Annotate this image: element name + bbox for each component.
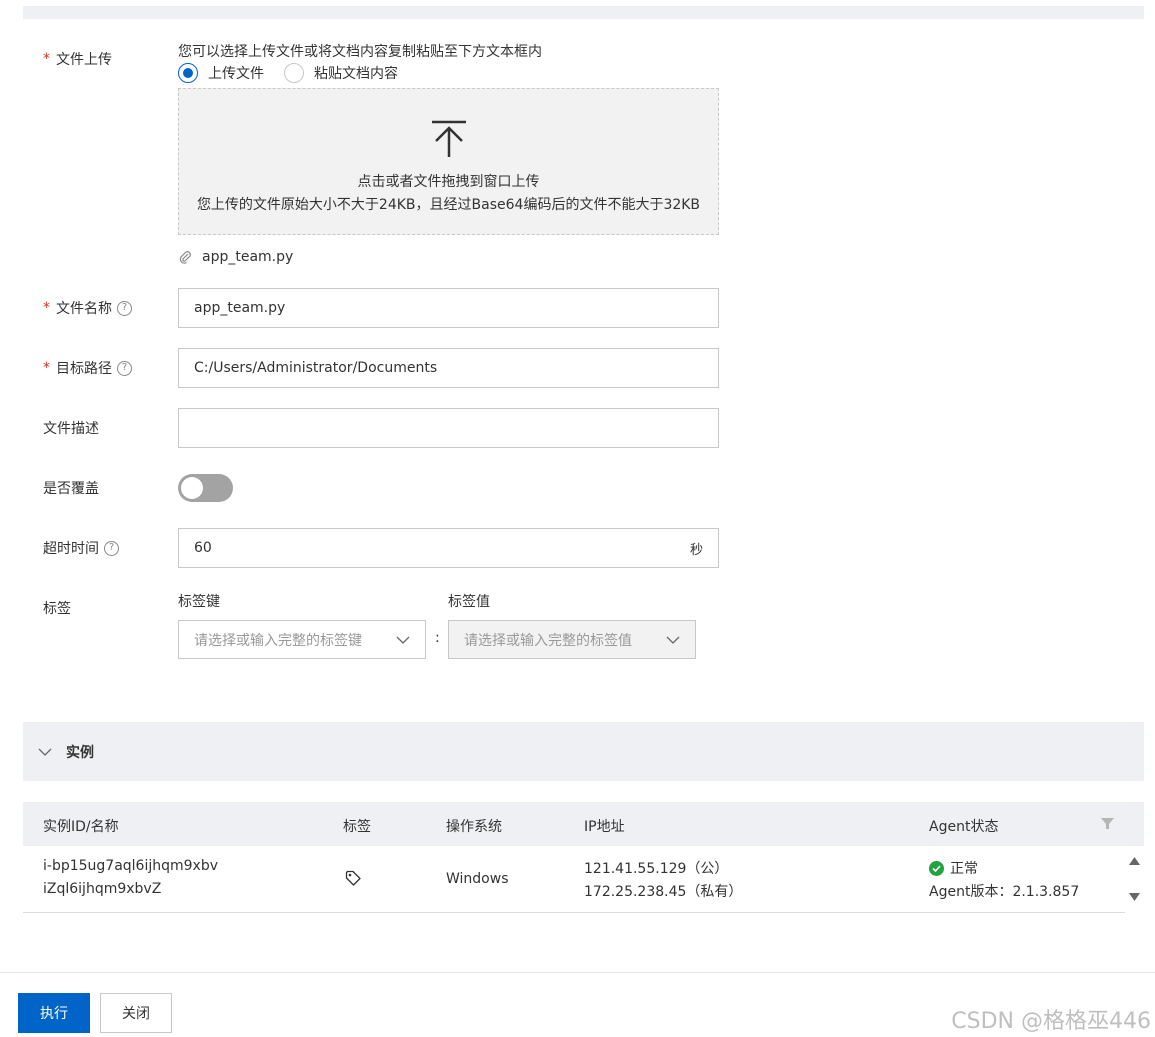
instances-section-title: 实例 (66, 744, 94, 761)
chevron-down-icon (396, 636, 410, 644)
execute-button[interactable]: 执行 (18, 993, 90, 1033)
upload-dropzone[interactable]: 点击或者文件拖拽到窗口上传 您上传的文件原始大小不大于24KB，且经过Base6… (178, 88, 719, 235)
overwrite-label: 是否覆盖 (43, 481, 99, 497)
chevron-down-icon (38, 748, 52, 756)
radio-paste-content[interactable] (284, 63, 304, 83)
dropzone-size-limit: 您上传的文件原始大小不大于24KB，且经过Base64编码后的文件不能大于32K… (196, 197, 701, 213)
watermark: CSDN @格格巫446 (951, 1009, 1151, 1034)
top-panel-strip (23, 6, 1144, 19)
file-name-value: app_team.py (194, 300, 286, 316)
timeout-label: 超时时间 ? (43, 538, 119, 558)
upload-hint: 您可以选择上传文件或将文档内容复制粘贴至下方文本框内 (178, 44, 542, 60)
description-input[interactable] (178, 408, 719, 448)
tag-value-label: 标签值 (448, 594, 490, 610)
radio-paste-content-label[interactable]: 粘贴文档内容 (314, 63, 398, 83)
help-icon[interactable]: ? (117, 360, 132, 376)
upload-mode-radio-group: 上传文件 粘贴文档内容 (178, 63, 418, 83)
scroll-down-icon[interactable] (1128, 892, 1141, 902)
radio-upload-file[interactable] (178, 63, 198, 83)
agent-version: Agent版本：2.1.3.857 (929, 884, 1080, 900)
timeout-label-text: 超时时间 (43, 541, 99, 557)
tag-value-placeholder: 请选择或输入完整的标签值 (464, 632, 632, 649)
file-name-input[interactable]: app_team.py (178, 288, 719, 328)
agent-status: 正常 (929, 858, 978, 878)
col-agent-status: Agent状态 (929, 819, 999, 835)
instance-ip-public: 121.41.55.129（公） (584, 861, 729, 877)
instance-id[interactable]: i-bp15ug7aql6ijhqm9xbv (43, 858, 218, 874)
help-icon[interactable]: ? (104, 540, 119, 556)
file-name-label: * 文件名称 ? (43, 298, 132, 318)
target-path-label-text: 目标路径 (56, 361, 112, 377)
file-name-label-text: 文件名称 (56, 301, 112, 317)
tag-key-select[interactable]: 请选择或输入完整的标签键 (178, 620, 426, 659)
success-check-icon (929, 860, 944, 876)
instance-name: iZql6ijhqm9xbvZ (43, 881, 162, 897)
agent-status-text: 正常 (950, 861, 978, 877)
tag-icon[interactable] (345, 870, 361, 886)
tag-key-label: 标签键 (178, 594, 220, 610)
dropzone-instruction: 点击或者文件拖拽到窗口上传 (357, 174, 540, 190)
target-path-label: * 目标路径 ? (43, 358, 132, 378)
description-label: 文件描述 (43, 421, 99, 437)
timeout-input[interactable]: 60 秒 (178, 528, 719, 568)
tags-label: 标签 (43, 601, 71, 617)
required-mark: * (43, 51, 50, 67)
tag-key-placeholder: 请选择或输入完整的标签键 (194, 632, 362, 649)
filter-icon[interactable] (1101, 817, 1114, 830)
instances-table-header: 实例ID/名称 标签 操作系统 IP地址 Agent状态 (23, 802, 1144, 846)
footer-divider (0, 972, 1155, 973)
upload-arrow-icon (432, 120, 466, 157)
target-path-input[interactable]: C:/Users/Administrator/Documents (178, 348, 719, 388)
col-os: 操作系统 (446, 819, 502, 835)
overwrite-toggle[interactable] (178, 474, 233, 502)
table-row: i-bp15ug7aql6ijhqm9xbv iZql6ijhqm9xbvZ W… (23, 846, 1125, 913)
chevron-down-icon (666, 636, 680, 644)
radio-upload-file-label[interactable]: 上传文件 (208, 63, 264, 83)
instances-section-header[interactable]: 实例 (23, 722, 1144, 781)
tag-separator: : (435, 630, 440, 646)
col-instance-id: 实例ID/名称 (43, 819, 119, 835)
help-icon[interactable]: ? (117, 300, 132, 316)
close-button[interactable]: 关闭 (100, 993, 172, 1033)
target-path-value: C:/Users/Administrator/Documents (194, 360, 438, 376)
col-tags: 标签 (343, 819, 371, 835)
required-mark: * (43, 300, 50, 316)
uploaded-file-item[interactable]: app_team.py (178, 247, 293, 267)
paperclip-icon (179, 251, 191, 264)
upload-label-text: 文件上传 (56, 52, 112, 68)
required-mark: * (43, 360, 50, 376)
col-ip: IP地址 (584, 819, 625, 835)
upload-label: * 文件上传 (43, 49, 112, 69)
uploaded-file-name: app_team.py (202, 249, 294, 265)
instance-os: Windows (446, 871, 509, 887)
toggle-knob (181, 477, 203, 499)
timeout-unit: 秒 (689, 542, 703, 558)
instance-ip-private: 172.25.238.45（私有） (584, 884, 743, 900)
timeout-value: 60 (194, 540, 212, 556)
tag-value-select[interactable]: 请选择或输入完整的标签值 (448, 620, 696, 659)
scroll-up-icon[interactable] (1128, 856, 1141, 866)
